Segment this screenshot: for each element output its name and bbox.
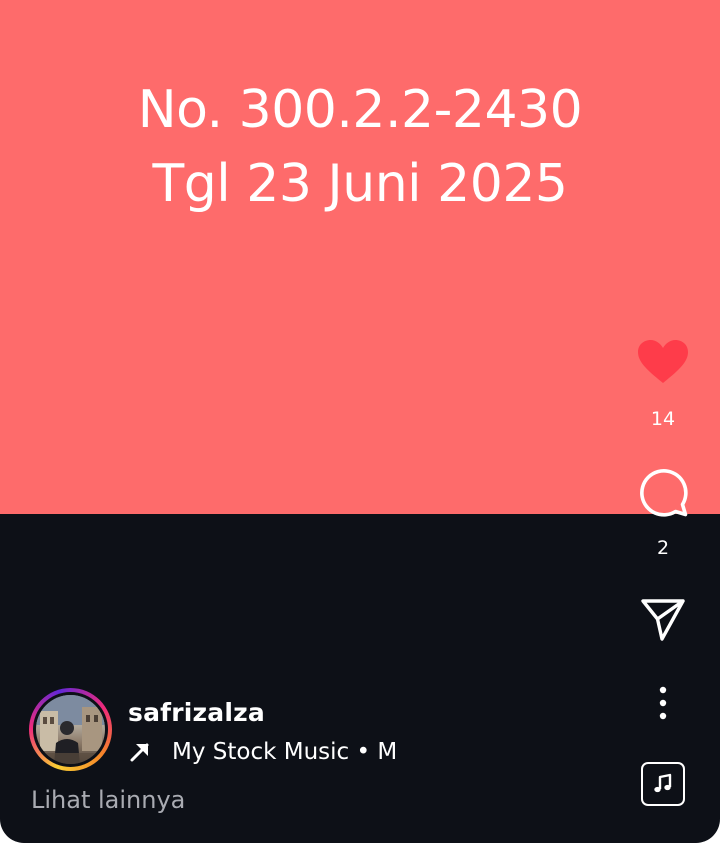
comment-count[interactable]: 2 [620,537,706,559]
audio-label: My Stock Music • M [172,739,396,765]
comment-icon [640,469,688,517]
comment-button[interactable] [620,466,706,518]
like-button[interactable] [620,336,706,388]
more-options-button[interactable] [620,683,706,723]
audio-page-button[interactable] [620,759,706,809]
heart-filled-icon [638,340,688,383]
avatar-story-ring[interactable] [29,688,112,771]
author-username[interactable]: safrizalza [128,698,265,727]
audio-thumbnail [641,762,685,806]
post-text-number: No. 300.2.2-2430 [137,80,583,140]
like-count[interactable]: 14 [620,408,706,430]
post-media[interactable]: No. 300.2.2-2430 Tgl 23 Juni 2025 [0,0,720,514]
more-vertical-icon [659,686,667,720]
arrow-up-right-icon [130,743,149,762]
avatar-photo-icon [36,695,105,764]
share-button[interactable] [620,596,706,644]
reel-post: No. 300.2.2-2430 Tgl 23 Juni 2025 14 2 s… [0,0,720,843]
music-note-icon [654,773,672,793]
avatar [36,695,105,764]
send-icon [641,599,685,641]
see-more-link[interactable]: Lihat lainnya [31,786,185,814]
audio-attribution[interactable]: My Stock Music • M [128,736,396,768]
post-text-date: Tgl 23 Juni 2025 [152,154,568,214]
